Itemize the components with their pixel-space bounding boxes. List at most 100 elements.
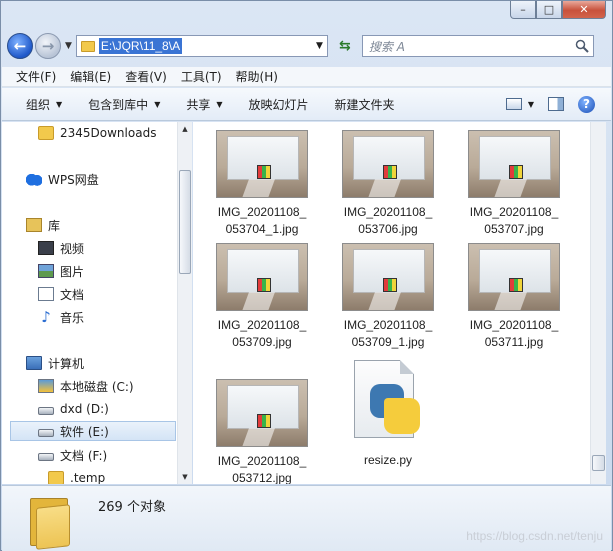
recent-pages-dropdown[interactable]: ▼ [65,41,72,51]
image-thumbnail [342,130,434,198]
menu-help[interactable]: 帮助(H) [236,68,278,85]
computer-icon [26,356,42,370]
minimize-button[interactable]: – [510,1,536,19]
nav-item-videos[interactable]: 视频 [38,238,84,258]
nav-item-drive-f[interactable]: 文档 (F:) [38,445,107,465]
file-name: IMG_20201108_ 053707.jpg [469,205,559,236]
python-file-icon [348,360,428,446]
command-bar: 组织 ▼ 包含到库中 ▼ 共享 ▼ 放映幻灯片 新建文件夹 ▼ ? [2,88,611,121]
file-item[interactable]: IMG_20201108_ 053711.jpg [459,243,569,351]
menu-edit[interactable]: 编辑(E) [70,68,111,85]
file-name: resize.py [363,453,413,467]
new-folder-button[interactable]: 新建文件夹 [335,96,395,113]
preview-pane-icon[interactable] [548,97,564,111]
folder-icon [48,471,64,484]
navigation-pane: 2345Downloads WPS网盘 库 视频 图片 文档 ♪ 音乐 计算机 本… [2,122,192,484]
file-item[interactable]: IMG_20201108_ 053709_1.jpg [333,243,443,351]
chevron-down-icon: ▼ [216,99,223,109]
file-name: IMG_20201108_ 053711.jpg [469,318,559,349]
address-bar[interactable]: E:\JQR\11_8\A ▼ [75,35,328,57]
nav-item-label: 库 [48,218,61,233]
slideshow-button[interactable]: 放映幻灯片 [249,96,309,113]
address-path[interactable]: E:\JQR\11_8\A [98,38,183,54]
nav-item-temp[interactable]: .temp [48,468,105,484]
refresh-button[interactable]: ⇆ [334,35,356,57]
drive-icon [38,452,54,461]
nav-item-label: 软件 (E:) [60,424,109,439]
caption-buttons: – □ ✕ [510,1,606,19]
menu-tools[interactable]: 工具(T) [181,68,222,85]
organize-button[interactable]: 组织 ▼ [26,96,62,113]
drive-icon [38,428,54,437]
nav-item-pictures[interactable]: 图片 [38,261,84,281]
video-icon [38,241,54,255]
nav-item-drive-e[interactable]: 软件 (E:) [10,421,176,441]
nav-item-wps-drive[interactable]: WPS网盘 [26,169,99,189]
nav-item-label: 计算机 [48,356,85,371]
nav-item-music[interactable]: ♪ 音乐 [38,307,84,327]
nav-scroll-thumb[interactable] [179,170,191,274]
image-thumbnail [468,243,560,311]
file-item[interactable]: resize.py [333,360,443,469]
explorer-window: – □ ✕ ← → ▼ E:\JQR\11_8\A ▼ ⇆ 搜索 A 文件(F)… [0,0,613,551]
file-view-scroll-thumb[interactable] [592,455,605,471]
folder-icon [38,126,54,140]
share-label: 共享 [186,97,211,112]
nav-item-label: 音乐 [60,310,85,325]
nav-item-computer[interactable]: 计算机 [26,353,84,373]
maximize-button[interactable]: □ [536,1,562,19]
details-pane: 269 个对象 https://blog.csdn.net/tenju [2,485,611,551]
nav-item-label: 图片 [60,264,85,279]
nav-item-drive-c[interactable]: 本地磁盘 (C:) [38,376,134,396]
view-icon [505,98,522,110]
nav-item-2345downloads[interactable]: 2345Downloads [38,123,156,143]
nav-item-label: 视频 [60,241,85,256]
library-icon [26,218,42,232]
file-item[interactable]: IMG_20201108_ 053704_1.jpg [207,130,317,238]
menu-file[interactable]: 文件(F) [16,68,56,85]
image-thumbnail [216,243,308,311]
chevron-down-icon: ▼ [527,99,534,109]
nav-item-label: 2345Downloads [60,126,157,140]
drive-icon [38,406,54,415]
share-button[interactable]: 共享 ▼ [186,96,222,113]
search-icon[interactable] [571,36,593,56]
help-icon[interactable]: ? [578,95,595,113]
forward-button[interactable]: → [35,33,61,59]
nav-item-drive-d[interactable]: dxd (D:) [38,399,109,419]
document-icon [38,287,54,301]
scroll-up-icon[interactable]: ▲ [178,122,192,136]
change-view-button[interactable]: ▼ [505,98,534,110]
nav-item-label: WPS网盘 [48,172,99,187]
file-item[interactable]: IMG_20201108_ 053709.jpg [207,243,317,351]
file-name: IMG_20201108_ 053709.jpg [217,318,307,349]
include-in-library-button[interactable]: 包含到库中 ▼ [88,96,160,113]
object-count: 269 个对象 [98,500,166,515]
nav-item-label: 文档 [60,287,85,302]
file-item[interactable]: IMG_20201108_ 053706.jpg [333,130,443,238]
search-input[interactable]: 搜索 A [361,35,594,57]
file-item[interactable]: IMG_20201108_ 053707.jpg [459,130,569,238]
back-button[interactable]: ← [7,33,33,59]
menu-view[interactable]: 查看(V) [125,68,167,85]
file-item[interactable]: IMG_20201108_ 053712.jpg [207,379,317,484]
nav-item-libraries[interactable]: 库 [26,215,60,235]
file-name: IMG_20201108_ 053712.jpg [217,454,307,484]
address-dropdown-icon[interactable]: ▼ [316,41,323,51]
image-thumbnail [342,243,434,311]
scroll-down-icon[interactable]: ▼ [178,470,192,484]
nav-scrollbar[interactable]: ▲ ▼ [177,122,192,484]
nav-item-label: dxd (D:) [60,402,109,416]
watermark: https://blog.csdn.net/tenju [466,529,603,543]
file-name: IMG_20201108_ 053709_1.jpg [343,318,433,349]
nav-item-label: 文档 (F:) [60,448,108,463]
chevron-down-icon: ▼ [154,99,161,109]
menu-bar: 文件(F) 编辑(E) 查看(V) 工具(T) 帮助(H) [2,67,611,87]
view-controls: ▼ ? [505,95,595,113]
search-placeholder: 搜索 A [368,39,405,54]
file-view-scrollbar[interactable] [590,122,606,484]
close-button[interactable]: ✕ [562,1,606,19]
image-thumbnail [216,379,308,447]
nav-item-documents[interactable]: 文档 [38,284,84,304]
nav-item-label: .temp [70,471,106,484]
